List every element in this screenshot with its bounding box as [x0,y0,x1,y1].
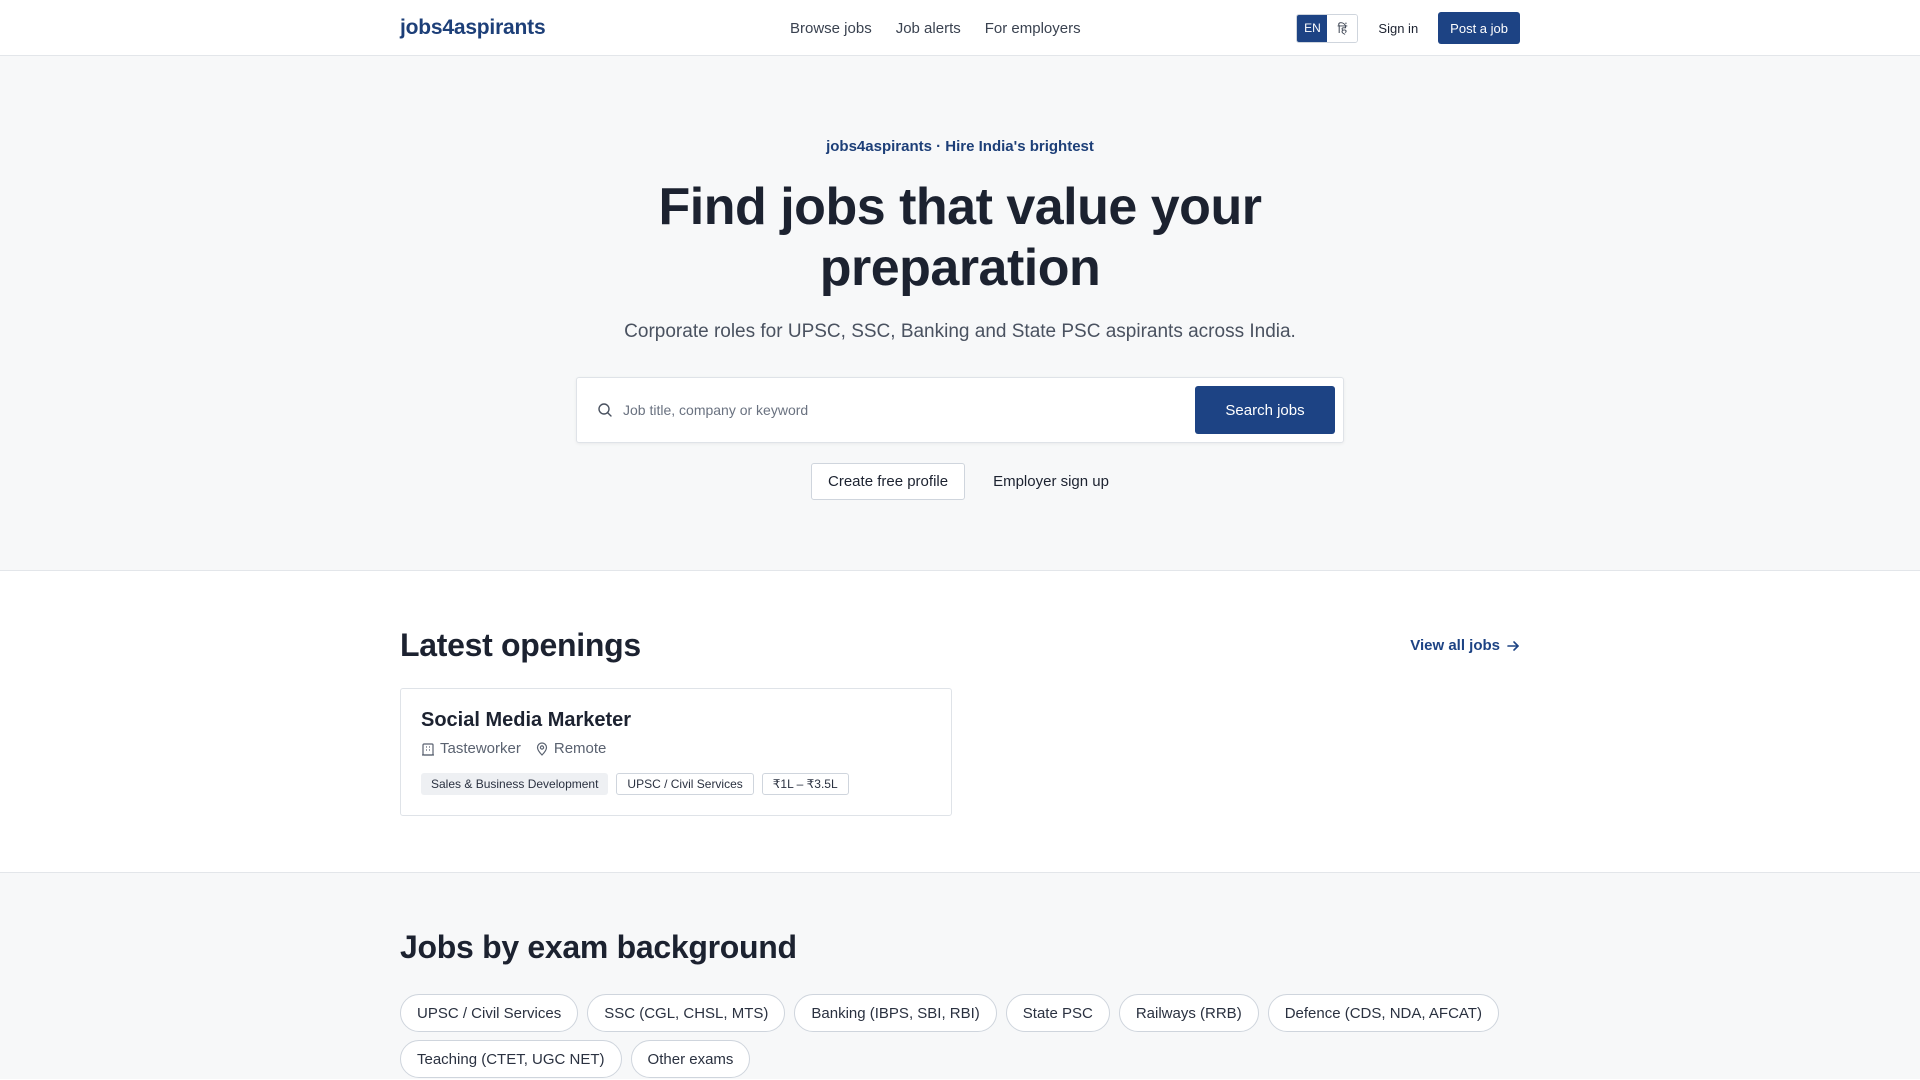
job-location: Remote [535,740,607,757]
view-all-label: View all jobs [1410,637,1500,654]
job-exam-tag: UPSC / Civil Services [616,773,754,795]
hero-title: Find jobs that value your preparation [658,178,1262,297]
search-input[interactable] [623,402,1195,418]
exam-background-title: Jobs by exam background [400,929,797,965]
search-icon [598,403,612,417]
nav-browse-jobs[interactable]: Browse jobs [790,20,872,37]
job-tags: Sales & Business Development UPSC / Civi… [421,773,931,795]
nav-for-employers[interactable]: For employers [985,20,1081,37]
main-nav: Browse jobs Job alerts For employers [790,20,1081,37]
location-pin-icon [536,741,547,756]
exam-chip-ssc[interactable]: SSC (CGL, CHSL, MTS) [587,994,786,1032]
language-switch: EN हिं [1296,13,1359,43]
job-company-name: Tasteworker [440,740,521,757]
view-all-jobs-link[interactable]: View all jobs [1410,637,1520,654]
hero-section: jobs4aspirants · Hire India's brightest … [0,56,1920,571]
job-card[interactable]: Social Media Marketer Tasteworker Remote… [400,688,952,816]
latest-openings-header: Latest openings View all jobs [400,627,1520,664]
latest-openings-section: Latest openings View all jobs Social Med… [0,571,1920,873]
arrow-right-icon [1507,640,1519,651]
exam-background-section: Jobs by exam background UPSC / Civil Ser… [0,873,1920,1079]
hero-eyebrow: jobs4aspirants · Hire India's brightest [826,138,1094,155]
job-category-tag: Sales & Business Development [421,773,609,795]
sign-in-link[interactable]: Sign in [1378,21,1418,36]
search-jobs-button[interactable]: Search jobs [1195,386,1335,434]
hero-actions: Create free profile Employer sign up [0,463,1920,500]
exam-chip-other[interactable]: Other exams [630,1040,751,1078]
search-box: Search jobs [576,377,1344,443]
employer-signup-link[interactable]: Employer sign up [993,473,1109,490]
exam-chip-upsc[interactable]: UPSC / Civil Services [400,994,579,1032]
job-location-name: Remote [553,740,607,757]
create-profile-button[interactable]: Create free profile [811,463,966,500]
exam-chip-defence[interactable]: Defence (CDS, NDA, AFCAT) [1267,994,1499,1032]
exam-chip-banking[interactable]: Banking (IBPS, SBI, RBI) [794,994,997,1032]
building-icon [422,742,434,756]
header-actions: EN हिं Sign in Post a job [1296,12,1520,44]
exam-chip-state-psc[interactable]: State PSC [1005,994,1110,1032]
post-job-button[interactable]: Post a job [1438,12,1520,44]
hero-subtitle: Corporate roles for UPSC, SSC, Banking a… [624,321,1296,342]
exam-chip-railways[interactable]: Railways (RRB) [1118,994,1259,1032]
lang-en-button[interactable]: EN [1297,14,1328,42]
site-header: jobs4aspirants Browse jobs Job alerts Fo… [0,0,1920,56]
job-company: Tasteworker [421,740,521,757]
job-title: Social Media Marketer [421,709,632,731]
lang-hi-button[interactable]: हिं [1327,14,1358,42]
exam-chip-teaching[interactable]: Teaching (CTET, UGC NET) [400,1040,622,1078]
job-meta: Tasteworker Remote [421,740,931,757]
logo[interactable]: jobs4aspirants [400,16,790,40]
exam-chip-list: UPSC / Civil Services SSC (CGL, CHSL, MT… [400,994,1520,1078]
nav-job-alerts[interactable]: Job alerts [896,20,961,37]
job-salary-tag: ₹1L – ₹3.5L [761,773,849,795]
latest-openings-title: Latest openings [400,627,641,663]
